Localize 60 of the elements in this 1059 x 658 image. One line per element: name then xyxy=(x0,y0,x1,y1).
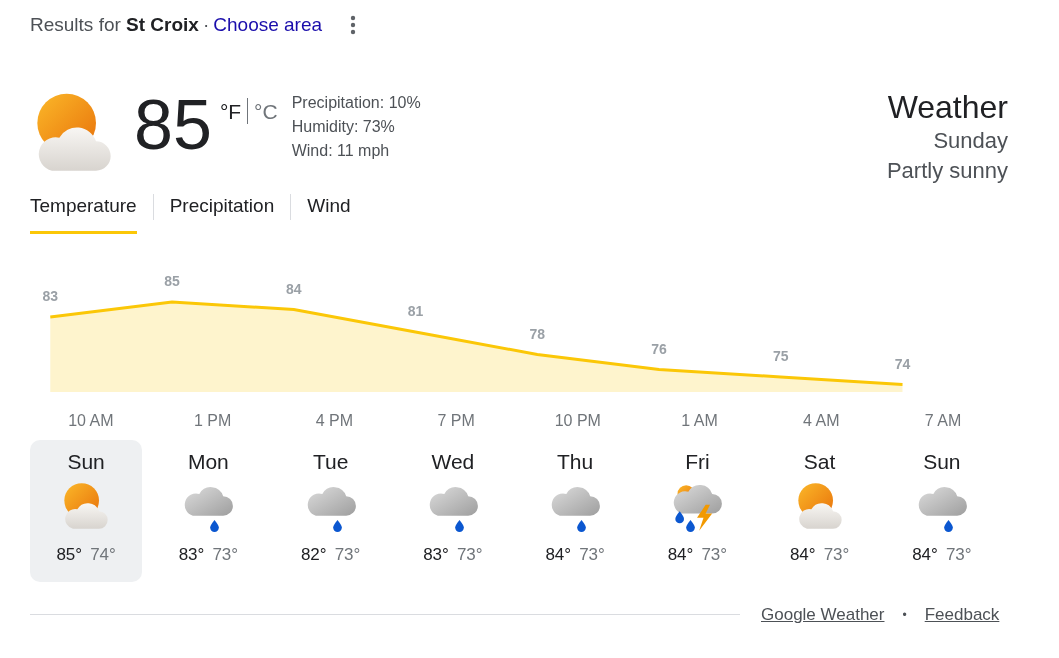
low-temperature: 73° xyxy=(579,544,605,566)
chart-tab[interactable]: Temperature xyxy=(30,190,137,234)
high-temperature: 84° xyxy=(789,544,816,566)
feedback-link[interactable]: Feedback xyxy=(924,602,1000,628)
day-name: Thu xyxy=(557,449,594,475)
high-temperature: 85° xyxy=(56,544,83,566)
time-label: 4 PM xyxy=(315,412,354,429)
condition-label: Partly sunny xyxy=(886,157,1008,185)
weather-detail: Humidity: 73% xyxy=(291,117,396,137)
results-heading: Results for St Croix xyxy=(30,12,199,37)
more-options-icon[interactable] xyxy=(350,15,357,35)
time-label: 10 PM xyxy=(554,412,601,429)
chart-tab[interactable]: Precipitation xyxy=(169,190,275,234)
time-label: 10 AM xyxy=(68,412,114,429)
high-temperature: 83° xyxy=(178,544,205,566)
weather-detail: Precipitation: 10% xyxy=(291,93,421,113)
time-label: 1 PM xyxy=(193,412,232,429)
weather-title: Weather xyxy=(887,88,1008,126)
data-label: 84 xyxy=(286,280,302,297)
low-temperature: 73° xyxy=(701,544,728,566)
high-temperature: 82° xyxy=(300,544,327,566)
data-label: 78 xyxy=(529,325,546,342)
time-label: 7 PM xyxy=(437,412,475,429)
day-forecast[interactable]: Sun 85° 74° xyxy=(30,440,143,582)
day-label: Sunday xyxy=(933,127,1008,155)
current-temperature: 85 xyxy=(134,90,212,166)
data-label: 83 xyxy=(42,288,59,304)
data-label: 74 xyxy=(894,355,911,372)
separator: • xyxy=(902,606,907,624)
unit-toggle[interactable]: °C xyxy=(254,96,278,128)
high-temperature: 84° xyxy=(545,544,572,566)
day-name: Sat xyxy=(803,449,836,475)
low-temperature: 73° xyxy=(212,544,239,566)
day-name: Sun xyxy=(923,449,961,475)
choose-area-link[interactable]: Choose area xyxy=(213,10,323,40)
data-label: 85 xyxy=(164,273,180,289)
separator: · xyxy=(202,12,210,37)
time-label: 4 AM xyxy=(803,412,840,429)
google-weather-link[interactable]: Google Weather xyxy=(761,602,885,628)
day-name: Fri xyxy=(685,449,710,475)
day-name: Mon xyxy=(187,449,229,475)
weather-detail: Wind: 11 mph xyxy=(291,141,391,161)
low-temperature: 73° xyxy=(334,544,361,566)
high-temperature: 84° xyxy=(912,544,938,566)
day-name: Tue xyxy=(312,449,349,475)
high-temperature: 83° xyxy=(423,544,449,566)
day-name: Wed xyxy=(431,449,475,475)
data-label: 81 xyxy=(407,303,424,319)
time-label: 1 AM xyxy=(681,412,718,429)
unit-toggle[interactable]: °F xyxy=(219,96,242,128)
low-temperature: 73° xyxy=(456,544,483,566)
high-temperature: 84° xyxy=(667,544,694,566)
data-label: 75 xyxy=(772,348,789,364)
chart-tab[interactable]: Wind xyxy=(307,190,351,234)
low-temperature: 73° xyxy=(945,544,972,566)
day-name: Sun xyxy=(67,449,105,475)
low-temperature: 73° xyxy=(823,544,850,566)
time-label: 7 AM xyxy=(924,412,962,429)
low-temperature: 74° xyxy=(90,544,116,566)
data-label: 76 xyxy=(651,340,667,357)
